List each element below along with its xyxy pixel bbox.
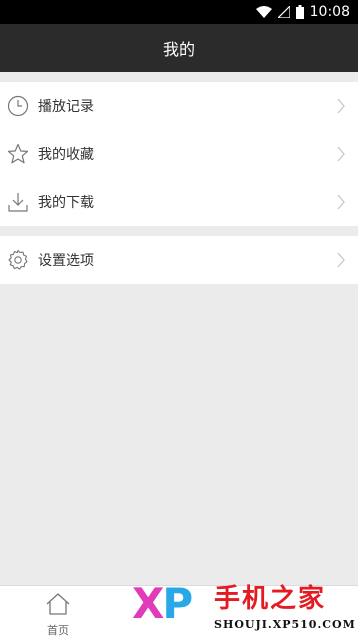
signal-icon bbox=[277, 6, 290, 18]
menu-group-secondary: 设置选项 bbox=[0, 236, 358, 284]
chevron-right-icon bbox=[336, 98, 346, 114]
status-time: 10:08 bbox=[309, 4, 350, 20]
bottom-nav: 首页 bbox=[0, 585, 358, 639]
wifi-icon bbox=[255, 6, 272, 18]
menu-group-primary: 播放记录 我的收藏 我的下载 bbox=[0, 82, 358, 226]
menu-item-favorites[interactable]: 我的收藏 bbox=[0, 130, 358, 178]
menu-item-label: 设置选项 bbox=[38, 253, 94, 269]
battery-icon bbox=[295, 5, 304, 19]
menu-item-label: 播放记录 bbox=[38, 99, 94, 115]
gear-icon bbox=[6, 248, 30, 272]
app-bar: 我的 bbox=[0, 24, 358, 72]
nav-home-label: 首页 bbox=[47, 624, 69, 637]
status-bar: 10:08 bbox=[0, 0, 358, 24]
menu-item-history[interactable]: 播放记录 bbox=[0, 82, 358, 130]
nav-home[interactable]: 首页 bbox=[36, 592, 80, 637]
chevron-right-icon bbox=[336, 146, 346, 162]
chevron-right-icon bbox=[336, 194, 346, 210]
star-icon bbox=[6, 142, 30, 166]
clock-icon bbox=[6, 94, 30, 118]
menu-item-settings[interactable]: 设置选项 bbox=[0, 236, 358, 284]
page-title: 我的 bbox=[162, 40, 195, 59]
chevron-right-icon bbox=[336, 252, 346, 268]
menu-item-label: 我的下载 bbox=[38, 195, 94, 211]
home-icon bbox=[45, 592, 71, 620]
menu-item-downloads[interactable]: 我的下载 bbox=[0, 178, 358, 226]
download-icon bbox=[6, 190, 30, 214]
menu-item-label: 我的收藏 bbox=[38, 147, 94, 163]
